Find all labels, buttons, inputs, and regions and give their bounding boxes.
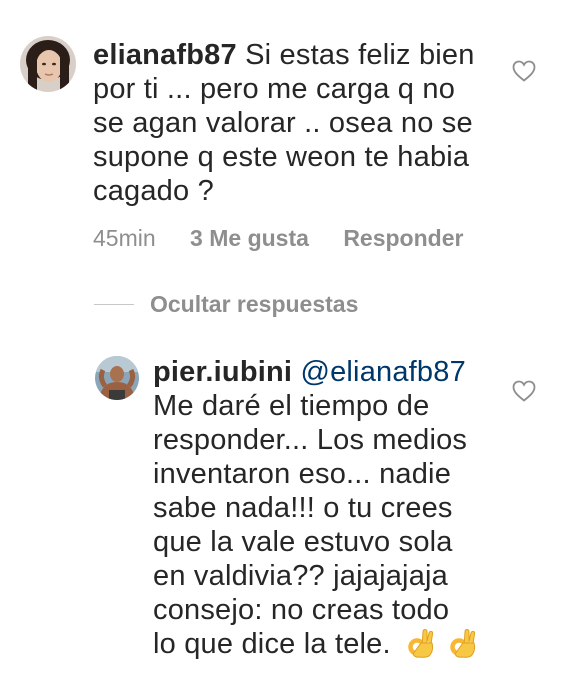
- reply-line: consejo: no creas todo: [153, 594, 450, 626]
- comment-username[interactable]: elianafb87: [93, 39, 237, 71]
- avatar[interactable]: [95, 356, 139, 400]
- reply-pier-iubini: pier.iubini @elianafb87 Me daré el tiemp…: [0, 340, 581, 680]
- heart-outline-icon[interactable]: [512, 380, 536, 402]
- reply-username[interactable]: pier.iubini: [153, 356, 292, 388]
- hide-replies-toggle[interactable]: Ocultar respuestas: [94, 290, 358, 318]
- reply-line: inventaron eso... nadie: [153, 458, 452, 490]
- reply-line: sabe nada!!! o tu crees: [153, 492, 453, 524]
- ok-hand-emoji: [407, 627, 437, 667]
- divider-line: [94, 303, 134, 305]
- reply-text: pier.iubini @elianafb87 Me daré el tiemp…: [153, 355, 513, 667]
- comment-line: supone q este weon te habia: [93, 141, 470, 173]
- reply-line: Me daré el tiempo de: [153, 390, 430, 422]
- comment-text: elianafb87 Si estas feliz bien por ti ..…: [93, 38, 513, 208]
- reply-line: lo que dice la tele.: [153, 628, 391, 660]
- reply-line: en valdivia?? jajajajaja: [153, 560, 448, 592]
- likes-count-link[interactable]: 3 Me gusta: [190, 225, 309, 251]
- comment-line: se agan valorar .. osea no se: [93, 107, 473, 139]
- hide-replies-label: Ocultar respuestas: [150, 290, 359, 317]
- comment-line: Si estas feliz bien: [245, 39, 475, 71]
- comment-line: cagado ?: [93, 175, 214, 207]
- reply-button[interactable]: Responder: [343, 225, 463, 251]
- reply-line: responder... Los medios: [153, 424, 468, 456]
- comment-elianafb87: elianafb87 Si estas feliz bien por ti ..…: [0, 0, 581, 270]
- mention-link[interactable]: @elianafb87: [300, 356, 465, 388]
- heart-outline-icon[interactable]: [512, 60, 536, 82]
- comment-meta: 45min 3 Me gusta Responder: [93, 224, 491, 252]
- reply-line: que la vale estuvo sola: [153, 526, 453, 558]
- avatar[interactable]: [20, 36, 76, 92]
- ok-hand-emoji: [449, 627, 479, 667]
- comment-time: 45min: [93, 225, 156, 251]
- comment-line: por ti ... pero me carga q no: [93, 73, 456, 105]
